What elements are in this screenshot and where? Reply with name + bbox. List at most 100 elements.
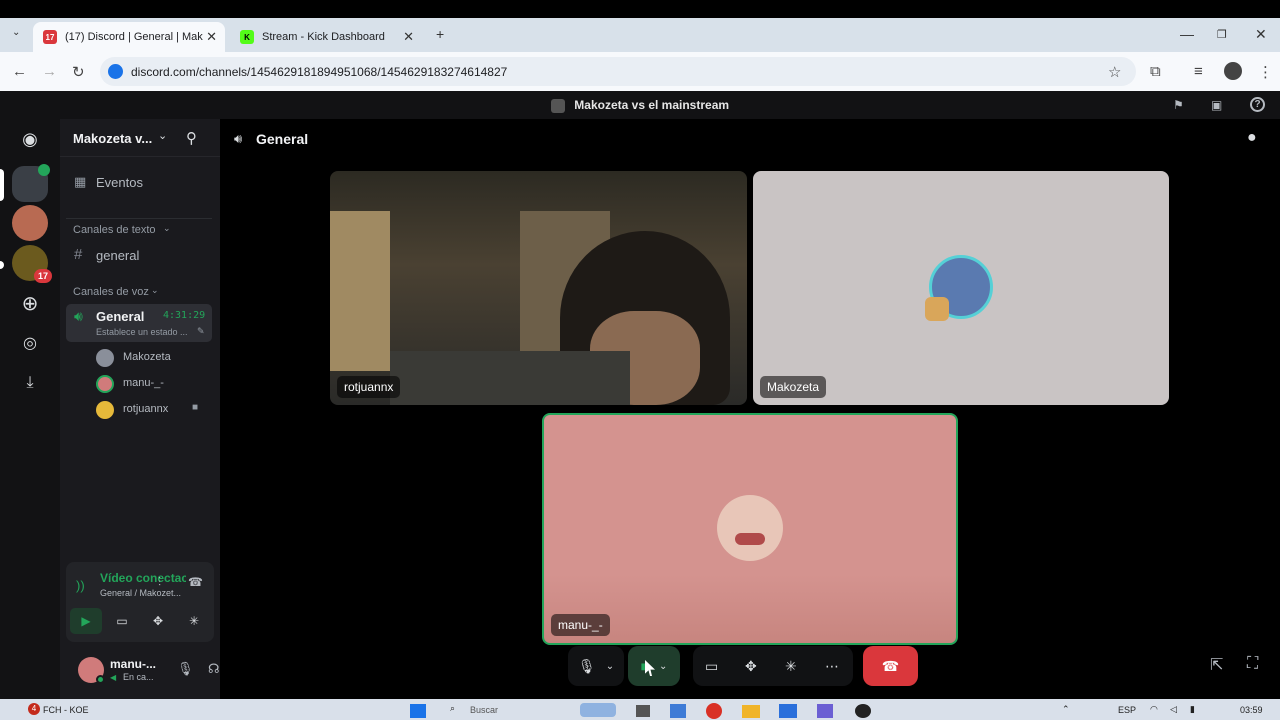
site-info-icon[interactable]: [108, 64, 123, 79]
member-name: Makozeta: [123, 351, 171, 363]
url-field[interactable]: discord.com/channels/1454629181894951068…: [100, 57, 1136, 86]
chevron-down-icon[interactable]: ⌄: [659, 661, 667, 672]
media-control-icon[interactable]: ≡: [1194, 63, 1203, 80]
participant-name: manu-_-: [551, 614, 610, 636]
server-three[interactable]: 17: [12, 245, 52, 283]
tab-search-icon[interactable]: ⌄: [12, 27, 20, 38]
back-icon[interactable]: ←: [12, 63, 27, 80]
chat-bubble-icon[interactable]: ●: [1247, 129, 1257, 147]
unread-indicator: [0, 261, 4, 269]
microphone-icon[interactable]: 🎙︎: [578, 658, 596, 675]
chevron-down-icon[interactable]: ⌄: [606, 661, 614, 672]
volume-icon[interactable]: ◁: [1170, 704, 1177, 715]
explore-icon[interactable]: ◎: [12, 325, 48, 361]
video-tile-manu[interactable]: manu-_-: [542, 413, 958, 645]
camera-toggle-button[interactable]: ▶: [70, 608, 102, 634]
restore-icon[interactable]: ❐: [1217, 28, 1227, 41]
voice-timer: 4:31:29: [163, 310, 206, 321]
windows-start-icon[interactable]: [410, 704, 426, 718]
camera-control[interactable]: ■ ⌄: [628, 646, 680, 686]
mic-control[interactable]: 🎙︎ ⌄: [568, 646, 624, 686]
store-icon[interactable]: [779, 704, 797, 718]
file-explorer-icon[interactable]: [742, 705, 760, 718]
call-channel-title: General: [256, 131, 309, 147]
channel-general-text[interactable]: # general: [66, 241, 212, 269]
tab-discord[interactable]: 17 (17) Discord | General | Mak ✕: [33, 22, 225, 52]
taskbar-search[interactable]: Buscar: [470, 705, 498, 715]
hang-up-icon[interactable]: ☎: [882, 658, 899, 675]
chevron-down-icon: ⌄: [163, 223, 171, 233]
flag-icon[interactable]: ⚑: [1173, 91, 1184, 119]
close-tab-icon[interactable]: ✕: [206, 29, 217, 45]
video-tile-makozeta[interactable]: Makozeta: [753, 171, 1169, 405]
voice-category[interactable]: Canales de voz: [73, 286, 149, 298]
user-panel: manu-... ◀ En ca... 🎙︎ ☊ ⚙: [60, 649, 253, 699]
disconnect-icon[interactable]: ☎: [188, 575, 203, 589]
screen-share-icon[interactable]: ▭: [705, 658, 718, 675]
wifi-icon[interactable]: ◠: [1150, 704, 1158, 715]
extensions-icon[interactable]: ⧉: [1150, 63, 1161, 80]
fullscreen-icon[interactable]: ⛶: [1247, 655, 1258, 673]
activities-icon[interactable]: ✥: [745, 658, 757, 675]
voice-status[interactable]: Establece un estado ...: [96, 327, 188, 337]
voice-channel-general[interactable]: 🔊︎ General 4:31:29 Establece un estado .…: [66, 304, 212, 342]
server-makozeta[interactable]: [12, 164, 50, 202]
server-two[interactable]: [12, 205, 48, 241]
avatar[interactable]: [78, 657, 105, 684]
add-server-icon[interactable]: ⊕: [12, 285, 48, 321]
search-icon[interactable]: ⌕: [450, 703, 455, 714]
video-background: [330, 211, 390, 371]
forward-icon[interactable]: →: [42, 63, 57, 80]
edit-icon[interactable]: ✎: [197, 326, 205, 337]
inbox-icon[interactable]: ▣: [1211, 91, 1222, 119]
voice-status-title[interactable]: Vídeo conectac: [100, 571, 186, 585]
minimize-icon[interactable]: —: [1180, 26, 1194, 42]
voice-member[interactable]: Makozeta: [96, 347, 212, 369]
help-icon[interactable]: ?: [1250, 97, 1265, 112]
close-tab-icon[interactable]: ✕: [403, 29, 414, 45]
video-shirt: [390, 351, 630, 405]
activities-button[interactable]: ✥: [142, 608, 174, 634]
teams-icon[interactable]: [817, 704, 833, 718]
voice-member[interactable]: manu-_-: [96, 373, 212, 395]
events-item[interactable]: ▦ Eventos: [66, 168, 212, 196]
soundboard-icon[interactable]: ✳: [785, 658, 797, 675]
notification-badge: 4: [28, 703, 40, 715]
reload-icon[interactable]: ↻: [72, 63, 85, 81]
end-call-button[interactable]: ☎: [863, 646, 918, 686]
new-tab-button[interactable]: +: [436, 26, 444, 42]
avatar: [717, 495, 783, 561]
server-header[interactable]: Makozeta v... ⌄ ⚲: [60, 119, 220, 157]
popout-icon[interactable]: ⇱: [1210, 655, 1223, 675]
language-indicator[interactable]: ESP: [1118, 705, 1136, 715]
text-category[interactable]: Canales de texto: [73, 224, 156, 236]
screen-share-button[interactable]: ▭: [106, 608, 138, 634]
taskbar-app-label[interactable]: FCH - KOE: [43, 705, 89, 715]
copilot-icon[interactable]: [670, 704, 686, 718]
window-close-icon[interactable]: ✕: [1255, 26, 1267, 43]
browser-menu-icon[interactable]: ⋮: [1258, 63, 1273, 81]
app-icon[interactable]: [855, 704, 871, 718]
invite-user-icon[interactable]: ⚲: [186, 129, 197, 147]
video-tile-rotjuannx[interactable]: rotjuannx: [330, 171, 747, 405]
voice-member[interactable]: rotjuannx ■: [96, 399, 212, 421]
tab-kick[interactable]: K Stream - Kick Dashboard ✕: [230, 22, 422, 52]
profile-avatar[interactable]: [1224, 62, 1242, 80]
chrome-icon[interactable]: [706, 703, 722, 719]
microphone-icon[interactable]: 🎙︎: [177, 661, 194, 677]
widgets-icon[interactable]: [580, 703, 616, 717]
clock[interactable]: 03:59: [1240, 705, 1263, 715]
voice-location[interactable]: General / Makozet...: [100, 588, 186, 598]
chevron-down-icon[interactable]: ⌄: [158, 129, 167, 142]
discord-home-icon[interactable]: ◉: [12, 121, 48, 157]
bookmark-star-icon[interactable]: ☆: [1108, 63, 1121, 81]
soundboard-icon[interactable]: ⫶: [158, 575, 161, 590]
download-icon[interactable]: ⤓: [12, 365, 48, 401]
tray-chevron-icon[interactable]: ⌃: [1062, 704, 1070, 715]
username[interactable]: manu-...: [110, 657, 156, 671]
task-view-icon[interactable]: [636, 705, 650, 717]
soundboard-button[interactable]: ✳: [178, 608, 210, 634]
more-options-icon[interactable]: ⋯: [825, 658, 839, 675]
headphones-icon[interactable]: ☊: [208, 661, 220, 677]
battery-icon[interactable]: ▮: [1190, 704, 1195, 715]
